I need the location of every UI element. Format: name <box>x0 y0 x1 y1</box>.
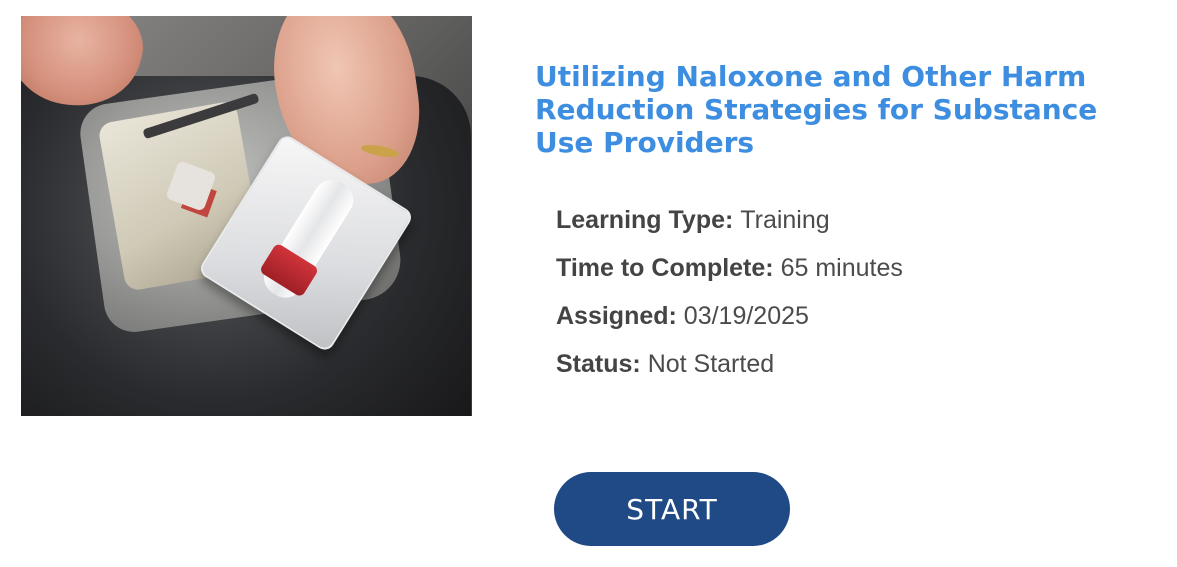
status-label: Status: <box>556 350 648 378</box>
status-value: Not Started <box>647 350 775 378</box>
course-details-list: Learning Type: Training Time to Complete… <box>556 196 903 388</box>
learning-type-value: Training <box>740 206 830 234</box>
time-to-complete-label: Time to Complete: <box>556 254 781 282</box>
start-button[interactable]: START <box>554 472 790 546</box>
time-to-complete-value: 65 minutes <box>780 254 903 282</box>
status-row: Status: Not Started <box>556 340 903 388</box>
course-title: Utilizing Naloxone and Other Harm Reduct… <box>535 60 1098 159</box>
assigned-date-value: 03/19/2025 <box>683 302 809 330</box>
learning-type-label: Learning Type: <box>556 206 741 234</box>
assigned-date-label: Assigned: <box>556 302 684 330</box>
course-card: Utilizing Naloxone and Other Harm Reduct… <box>0 0 1177 567</box>
time-to-complete-row: Time to Complete: 65 minutes <box>556 244 903 292</box>
course-thumbnail-image <box>21 16 472 416</box>
learning-type-row: Learning Type: Training <box>556 196 903 244</box>
assigned-date-row: Assigned: 03/19/2025 <box>556 292 903 340</box>
